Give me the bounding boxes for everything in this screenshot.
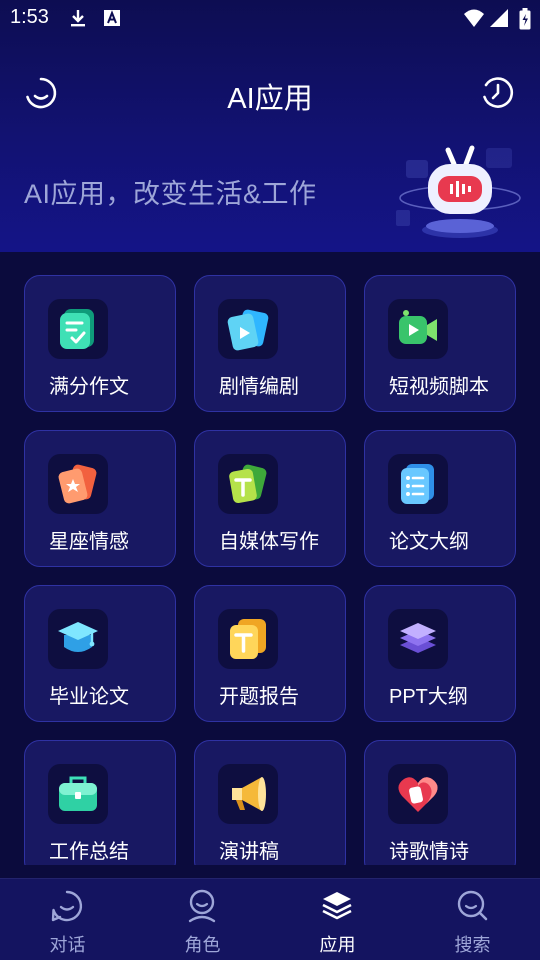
nav-label: 应用: [319, 935, 356, 955]
chat-icon: [51, 890, 83, 922]
app-card-short-video[interactable]: 短视频脚本: [364, 275, 516, 412]
nav-item-apps[interactable]: 应用: [270, 879, 405, 960]
nav-item-search[interactable]: 搜索: [405, 879, 540, 960]
app-icon-box: [388, 299, 448, 359]
app-label: 工作总结: [49, 841, 129, 863]
status-bar: 1:53: [0, 0, 540, 36]
app-card-screenplay[interactable]: 剧情编剧: [194, 275, 346, 412]
graduation-cap-icon: [58, 622, 98, 652]
app-icon-box: [218, 609, 278, 669]
nav-item-role[interactable]: 角色: [135, 879, 270, 960]
bottom-nav: 对话 角色 应用 搜索: [0, 878, 540, 960]
list-doc-icon: [401, 464, 434, 504]
app-icon-box: [48, 609, 108, 669]
wifi-icon: [464, 9, 484, 27]
app-card-essay[interactable]: 满分作文: [24, 275, 176, 412]
megaphone-icon: [232, 777, 266, 811]
briefcase-icon: [59, 776, 97, 811]
app-label: 剧情编剧: [219, 376, 299, 398]
app-label: 开题报告: [219, 686, 299, 708]
app-card-media-writing[interactable]: 自媒体写作: [194, 430, 346, 567]
signal-icon: [490, 9, 508, 27]
text-cards-icon: [229, 464, 267, 504]
clock-history-icon[interactable]: [481, 76, 515, 110]
app-card-graduation-thesis[interactable]: 毕业论文: [24, 585, 176, 722]
nav-label: 搜索: [454, 935, 491, 955]
nav-item-chat[interactable]: 对话: [0, 879, 135, 960]
battery-icon: [519, 8, 531, 30]
app-label: 星座情感: [49, 531, 129, 553]
app-icon-box: [48, 454, 108, 514]
page-title: AI应用: [227, 83, 313, 115]
app-grid: 满分作文 剧情编剧 短视频脚本 星座情感 自媒体写作 论文大纲 毕业论文 开题报…: [24, 275, 516, 865]
app-label: 演讲稿: [219, 841, 279, 863]
app-card-ppt-outline[interactable]: PPT大纲: [364, 585, 516, 722]
app-card-poetry[interactable]: 诗歌情诗: [364, 740, 516, 865]
banner-tagline: AI应用，改变生活&工作: [24, 179, 317, 209]
app-icon-box: [218, 299, 278, 359]
app-label: 自媒体写作: [219, 531, 319, 553]
nav-label: 对话: [49, 935, 86, 955]
app-icon-box: [388, 764, 448, 824]
app-label: 论文大纲: [389, 531, 469, 553]
app-icon-box: [218, 454, 278, 514]
app-card-work-summary[interactable]: 工作总结: [24, 740, 176, 865]
download-icon: [71, 10, 85, 27]
font-a-icon: [104, 10, 120, 26]
heart-icon: [398, 777, 438, 812]
star-cards-icon: [58, 464, 97, 504]
app-icon-box: [48, 764, 108, 824]
app-icon-box: [388, 454, 448, 514]
video-camera-icon: [399, 310, 437, 344]
app-label: 满分作文: [49, 376, 129, 398]
app-card-thesis-outline[interactable]: 论文大纲: [364, 430, 516, 567]
app-icon-box: [388, 609, 448, 669]
app-icon-box: [48, 299, 108, 359]
status-time: 1:53: [10, 6, 49, 28]
layers-stack-icon: [322, 892, 352, 920]
nav-label: 角色: [184, 935, 221, 955]
report-doc-icon: [230, 619, 266, 659]
app-label: 毕业论文: [49, 686, 129, 708]
play-cards-icon: [227, 309, 269, 351]
app-icon-box: [218, 764, 278, 824]
header-area: 1:53 AI应用 AI应用，改变生活&工作: [0, 0, 540, 252]
app-label: PPT大纲: [389, 686, 468, 708]
app-card-proposal-report[interactable]: 开题报告: [194, 585, 346, 722]
layers-icon: [400, 623, 436, 653]
essay-doc-icon: [60, 309, 94, 349]
app-label: 短视频脚本: [389, 376, 489, 398]
app-label: 诗歌情诗: [389, 841, 469, 863]
app-card-zodiac[interactable]: 星座情感: [24, 430, 176, 567]
person-icon: [188, 889, 216, 923]
app-card-speech[interactable]: 演讲稿: [194, 740, 346, 865]
robot-mascot-illustration: [396, 145, 521, 238]
search-icon: [457, 890, 488, 921]
